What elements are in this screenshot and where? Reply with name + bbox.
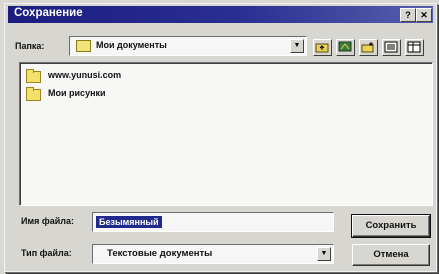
file-list[interactable]: www.yunusi.com Мои рисунки: [19, 62, 433, 206]
list-view-icon: [384, 41, 398, 53]
help-button[interactable]: ?: [400, 8, 416, 22]
folder-icon: [26, 87, 41, 101]
list-view-button[interactable]: [382, 39, 401, 56]
window-title: Сохранение: [14, 7, 83, 19]
folder-icon: [76, 40, 91, 52]
up-folder-icon: [315, 43, 329, 53]
filetype-value: Текстовые документы: [107, 248, 213, 259]
desktop-icon: [338, 41, 352, 52]
filename-label: Имя файла:: [21, 216, 75, 226]
folder-dropdown[interactable]: Мои документы ▼: [69, 36, 307, 56]
chevron-down-icon[interactable]: ▼: [290, 39, 304, 53]
save-button[interactable]: Сохранить: [351, 214, 431, 238]
filename-input[interactable]: Безымянный: [92, 212, 334, 232]
list-item-label: Мои рисунки: [48, 88, 106, 98]
details-view-button[interactable]: [405, 39, 424, 56]
chevron-down-icon[interactable]: ▼: [317, 247, 331, 261]
list-item-label: www.yunusi.com: [48, 70, 122, 80]
close-button[interactable]: ✕: [416, 8, 432, 22]
filetype-dropdown[interactable]: Текстовые документы ▼: [92, 244, 334, 264]
folder-icon: [26, 69, 41, 83]
details-view-icon: [407, 41, 421, 53]
folder-dropdown-value: Мои документы: [96, 40, 167, 50]
desktop-button[interactable]: [336, 39, 355, 56]
new-folder-icon: [361, 42, 374, 53]
new-folder-button[interactable]: [359, 39, 378, 56]
filetype-label: Тип файла:: [21, 248, 72, 258]
folder-label: Папка:: [15, 41, 45, 51]
filename-value: Безымянный: [96, 216, 162, 228]
title-bar[interactable]: Сохранение ? ✕: [8, 6, 433, 23]
up-folder-button[interactable]: [313, 39, 332, 56]
cancel-button[interactable]: Отмена: [352, 244, 430, 266]
save-dialog: Сохранение ? ✕ Папка: Мои документы ▼ ww…: [4, 3, 437, 272]
